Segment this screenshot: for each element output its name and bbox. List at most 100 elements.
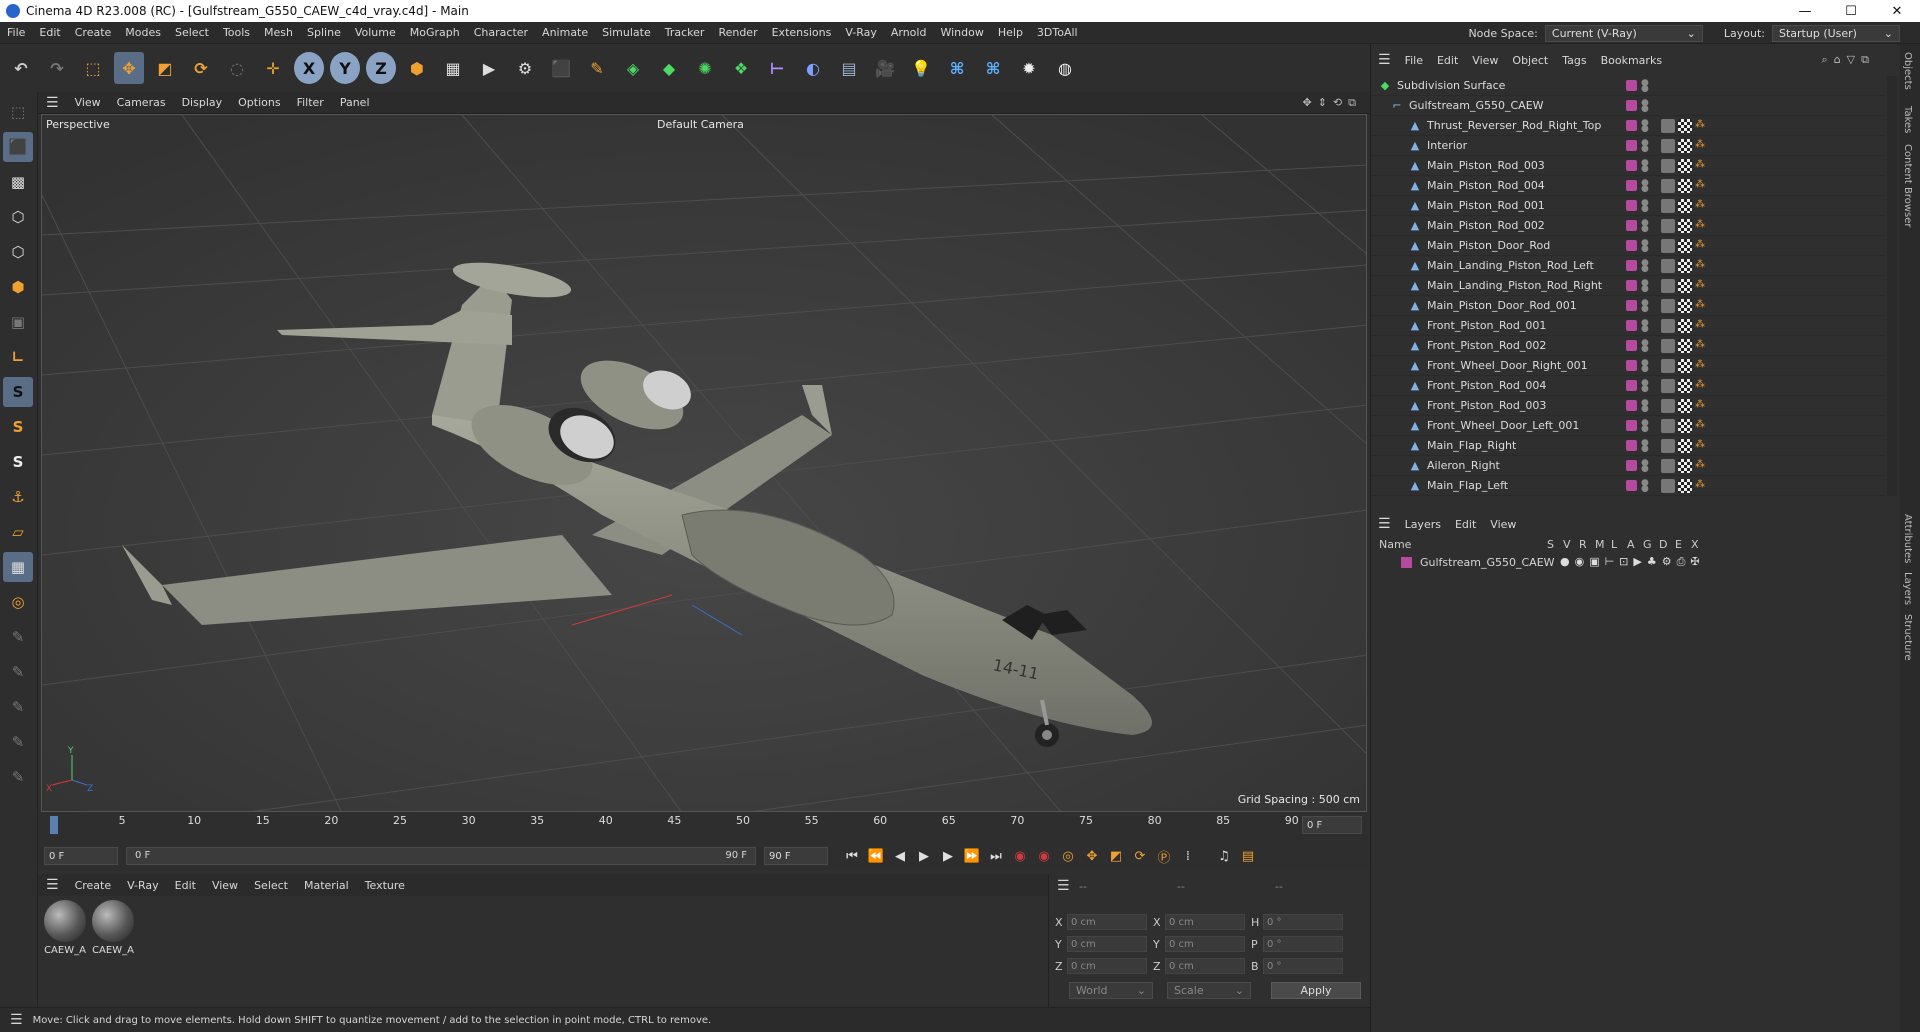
material-tag-icon[interactable] xyxy=(1661,198,1675,213)
object-menu-edit[interactable]: Edit xyxy=(1430,54,1465,67)
render-settings-icon[interactable]: ⚙ xyxy=(510,52,540,84)
vray-tag-icon[interactable]: ⁂ xyxy=(1695,419,1709,433)
layer-col-header[interactable]: R xyxy=(1579,538,1590,551)
timeline-window-icon[interactable]: ▤ xyxy=(1236,845,1260,867)
viewport-menu-cameras[interactable]: Cameras xyxy=(109,96,174,109)
material-tag-icon[interactable] xyxy=(1661,238,1675,253)
hamburger-menu-icon[interactable]: ☰ xyxy=(38,877,67,893)
sculpt-icon[interactable]: ✎ xyxy=(3,622,33,652)
key-pla-icon[interactable]: ⁞ xyxy=(1176,845,1200,867)
object-tree-scrollbar[interactable] xyxy=(1887,76,1897,496)
viewport-menu-filter[interactable]: Filter xyxy=(289,96,332,109)
rotate-tool-icon[interactable]: ⟳ xyxy=(186,52,216,84)
vray-tag-icon[interactable]: ⁂ xyxy=(1695,339,1709,353)
vray-tag-icon[interactable]: ⁂ xyxy=(1695,479,1709,493)
hamburger-menu-icon[interactable]: ☰ xyxy=(0,1012,33,1028)
smooth-brush-icon[interactable]: ✎ xyxy=(3,727,33,757)
previous-frame-icon[interactable]: ◀ xyxy=(888,845,912,867)
layer-color-tag[interactable] xyxy=(1626,200,1637,211)
layer-col-header[interactable]: G xyxy=(1643,538,1654,551)
layer-color-tag[interactable] xyxy=(1626,280,1637,291)
tab-takes[interactable]: Takes xyxy=(1902,106,1913,133)
object-row[interactable]: ▲ Front_Piston_Rod_004 ● ● ⁂ xyxy=(1371,376,1885,396)
material-tags[interactable]: ⁂ xyxy=(1661,178,1709,193)
coordinate-system-icon[interactable]: ⬢ xyxy=(402,52,432,84)
object-manager-tools-icons[interactable]: ⌕⌂▽⧉ xyxy=(1822,53,1875,67)
layer-col-header[interactable]: S xyxy=(1547,538,1558,551)
object-row[interactable]: ▲ Front_Piston_Rod_001 ● ● ⁂ xyxy=(1371,316,1885,336)
vray-tag-icon[interactable]: ⁂ xyxy=(1695,279,1709,293)
visibility-dots-icon[interactable]: ● ● xyxy=(1641,358,1649,373)
visibility-dots-icon[interactable]: ● ● xyxy=(1641,338,1649,353)
redo-icon[interactable]: ↷ xyxy=(42,52,72,84)
z-axis-lock-icon[interactable]: Z xyxy=(366,52,396,84)
uvw-tag-icon[interactable] xyxy=(1678,418,1692,433)
uvw-tag-icon[interactable] xyxy=(1678,238,1692,253)
visibility-dots-icon[interactable]: ● ● xyxy=(1641,98,1649,113)
apply-button[interactable]: Apply xyxy=(1271,982,1361,999)
material-menu-vray[interactable]: V-Ray xyxy=(119,879,167,892)
magnet-icon[interactable]: ⚓ xyxy=(3,482,33,512)
array-icon[interactable]: ✺ xyxy=(690,52,720,84)
current-frame-field[interactable]: 0 F xyxy=(1302,816,1362,834)
material-tags[interactable]: ⁂ xyxy=(1661,238,1709,253)
uvw-tag-icon[interactable] xyxy=(1678,358,1692,373)
tab-layers[interactable]: Layers xyxy=(1902,572,1913,605)
menu-tools[interactable]: Tools xyxy=(216,26,257,39)
hamburger-menu-icon[interactable]: ☰ xyxy=(1371,52,1398,68)
menu-mesh[interactable]: Mesh xyxy=(257,26,300,39)
material-tag-icon[interactable] xyxy=(1661,478,1675,493)
menu-mograph[interactable]: MoGraph xyxy=(403,26,467,39)
object-row[interactable]: ▲ Main_Flap_Right ● ● ⁂ xyxy=(1371,436,1885,456)
menu-modes[interactable]: Modes xyxy=(118,26,168,39)
layer-color-tag[interactable] xyxy=(1626,240,1637,251)
workplane-icon[interactable]: ▱ xyxy=(3,517,33,547)
tab-attributes[interactable]: Attributes xyxy=(1902,514,1913,563)
material-tags[interactable]: ⁂ xyxy=(1661,318,1709,333)
visibility-dots-icon[interactable]: ● ● xyxy=(1641,478,1649,493)
visibility-dots-icon[interactable]: ● ● xyxy=(1641,418,1649,433)
material-tag-icon[interactable] xyxy=(1661,178,1675,193)
quantize-icon[interactable]: S xyxy=(3,447,33,477)
layer-menu-layers[interactable]: Layers xyxy=(1398,518,1448,531)
material-tag-icon[interactable] xyxy=(1661,458,1675,473)
object-row[interactable]: ▲ Main_Piston_Rod_003 ● ● ⁂ xyxy=(1371,156,1885,176)
object-row[interactable]: ▲ Main_Piston_Door_Rod_001 ● ● ⁂ xyxy=(1371,296,1885,316)
vray-tag-icon[interactable]: ⁂ xyxy=(1695,139,1709,153)
object-menu-bookmarks[interactable]: Bookmarks xyxy=(1594,54,1669,67)
viewport-menu-view[interactable]: View xyxy=(67,96,109,109)
layer-color-tag[interactable] xyxy=(1626,440,1637,451)
uvw-tag-icon[interactable] xyxy=(1678,198,1692,213)
menu-character[interactable]: Character xyxy=(467,26,535,39)
material-tag-icon[interactable] xyxy=(1661,358,1675,373)
menu-v-ray[interactable]: V-Ray xyxy=(838,26,884,39)
material-tag-icon[interactable] xyxy=(1661,338,1675,353)
model-mode-icon[interactable]: ⬛ xyxy=(3,132,33,162)
uvw-tag-icon[interactable] xyxy=(1678,158,1692,173)
material-tags[interactable]: ⁂ xyxy=(1661,398,1709,413)
menu-render[interactable]: Render xyxy=(711,26,764,39)
vray-tag-icon[interactable]: ⁂ xyxy=(1695,119,1709,133)
next-key-icon[interactable]: ⏩ xyxy=(960,845,984,867)
object-row[interactable]: ▲ Thrust_Reverser_Rod_Right_Top ● ● ⁂ xyxy=(1371,116,1885,136)
cube-object-icon[interactable]: ⬛ xyxy=(546,52,576,84)
menu-edit[interactable]: Edit xyxy=(32,26,67,39)
minimize-button[interactable]: — xyxy=(1782,0,1828,22)
material-tag-icon[interactable] xyxy=(1661,278,1675,293)
object-row[interactable]: ⌐ Gulfstream_G550_CAEW ● ● xyxy=(1371,96,1885,116)
position-z-field[interactable]: 0 cm xyxy=(1067,958,1147,974)
hamburger-menu-icon[interactable]: ☰ xyxy=(1057,878,1070,894)
vray-tag-icon[interactable]: ⁂ xyxy=(1695,359,1709,373)
material-menu-material[interactable]: Material xyxy=(296,879,357,892)
play-icon[interactable]: ▶ xyxy=(912,845,936,867)
material-tag-icon[interactable] xyxy=(1661,258,1675,273)
object-row[interactable]: ▲ Main_Piston_Door_Rod ● ● ⁂ xyxy=(1371,236,1885,256)
viewport-menu-display[interactable]: Display xyxy=(174,96,231,109)
recent-tool-icon[interactable]: ◌ xyxy=(222,52,252,84)
visibility-dots-icon[interactable]: ● ● xyxy=(1641,158,1649,173)
undo-icon[interactable]: ↶ xyxy=(6,52,36,84)
position-y-field[interactable]: 0 cm xyxy=(1067,936,1147,952)
material-menu-texture[interactable]: Texture xyxy=(357,879,413,892)
layer-color-tag[interactable] xyxy=(1626,320,1637,331)
visibility-dots-icon[interactable]: ● ● xyxy=(1641,438,1649,453)
